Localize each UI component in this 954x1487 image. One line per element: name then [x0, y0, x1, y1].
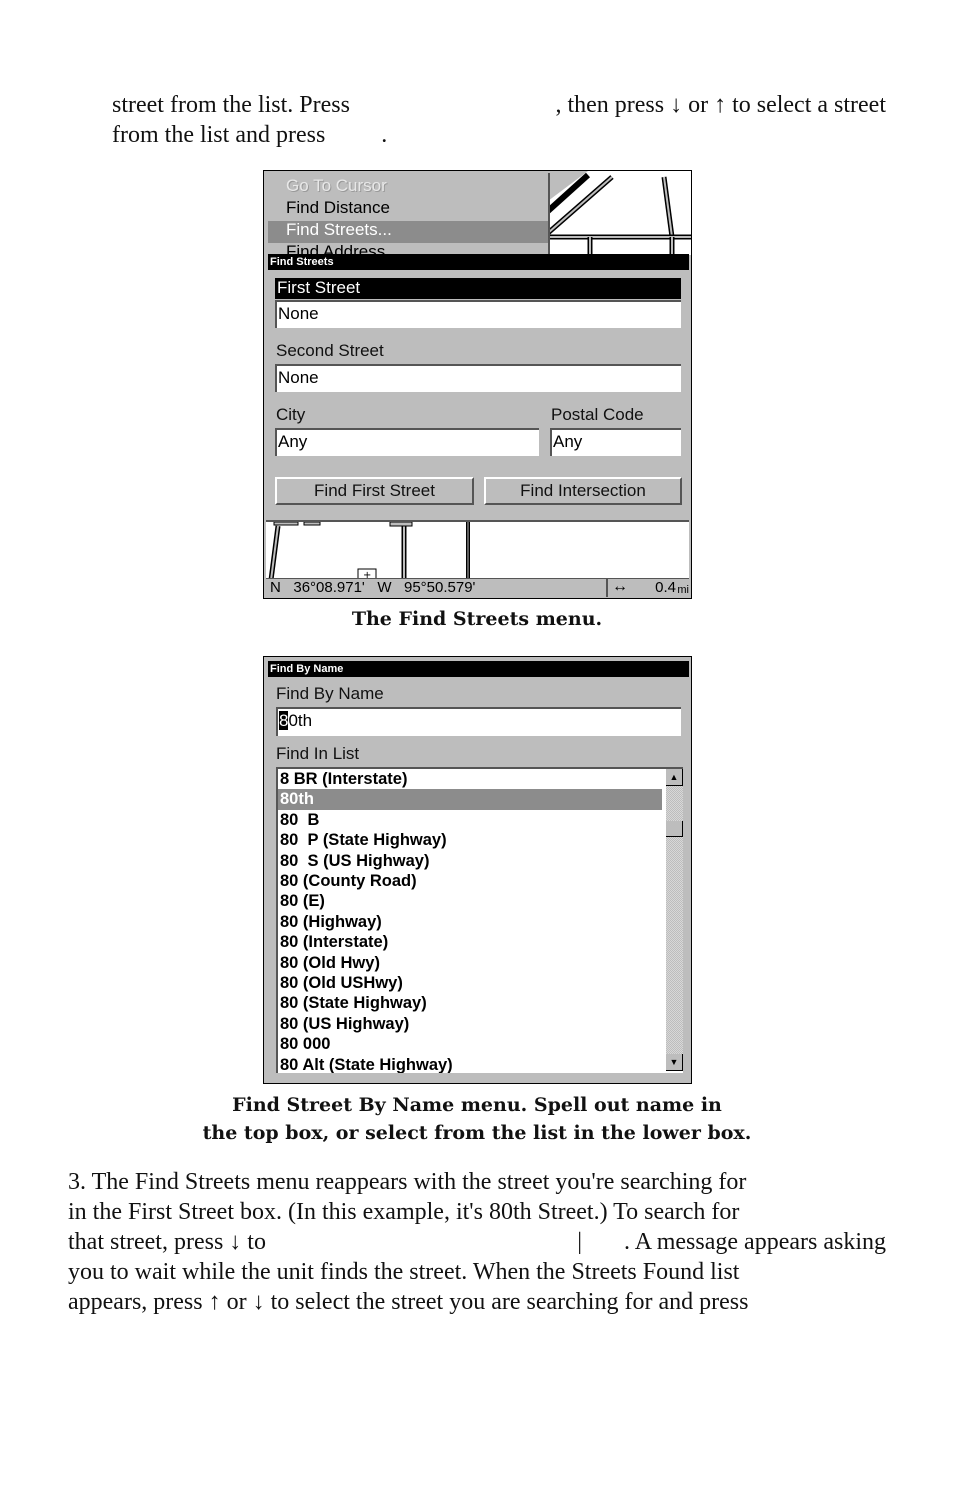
popup-menu: Go To Cursor Find Distance Find Streets.…	[266, 173, 550, 261]
zoom-scale: ↔ 0.4 mi	[606, 578, 690, 597]
list-item[interactable]: 80 (Highway)	[278, 912, 662, 932]
map-roads	[545, 171, 691, 255]
postal-code-label: Postal Code	[551, 405, 644, 424]
menu-item-find-streets[interactable]: Find Streets...	[286, 219, 392, 241]
list-item[interactable]: 80 000	[278, 1034, 662, 1054]
find-by-name-screen: Find By Name Find By Name 80th Find In L…	[263, 656, 692, 1084]
find-intersection-button[interactable]: Find Intersection	[484, 477, 682, 505]
caption-find-by-name-line-1: Find Street By Name menu. Spell out name…	[232, 1094, 722, 1116]
caption-find-by-name-line-2: the top box, or select from the list in …	[202, 1122, 752, 1144]
step-3-line: in the First Street box. (In this exampl…	[68, 1197, 886, 1227]
status-bar: N 36°08.971' W 95°50.579' ↔ 0.4 mi	[266, 578, 689, 597]
scrollbar[interactable]: ▲ ▼	[666, 769, 683, 1071]
find-by-name-label: Find By Name	[276, 684, 384, 703]
intro-line-1-left: street from the list. Press	[112, 92, 350, 118]
step-3-paragraph: 3. The Find Streets menu reappears with …	[68, 1167, 886, 1317]
step-3-line-text: appears, press ↑ or ↓ to select the stre…	[68, 1289, 749, 1315]
intro-line-2-end: .	[381, 122, 388, 148]
step-3-line-text: you to wait while the unit finds the str…	[68, 1259, 740, 1285]
step-3-line-text-right: | . A message appears asking	[577, 1229, 886, 1255]
street-list[interactable]: 8 BR (Interstate) 80th 80 B 80 P (State Hig…	[276, 767, 683, 1073]
list-item[interactable]: 80 (Old Hwy)	[278, 953, 662, 973]
list-item[interactable]: 8 BR (Interstate)	[278, 769, 662, 789]
intro-paragraph: street from the list. Press , then press…	[112, 90, 886, 150]
list-item[interactable]: 80 (US Highway)	[278, 1014, 662, 1034]
list-item[interactable]: 80 Alt (State Highway)	[278, 1055, 662, 1073]
step-3-line: that street, press ↓ to | . A message app…	[68, 1227, 886, 1257]
menu-item-find-distance[interactable]: Find Distance	[286, 197, 390, 219]
dialog-title: Find Streets	[268, 254, 689, 270]
city-field[interactable]: Any	[275, 428, 539, 456]
dialog-title: Find By Name	[268, 661, 689, 677]
coordinates: N 36°08.971' W 95°50.579'	[270, 579, 475, 597]
find-in-list-label: Find In List	[276, 744, 360, 763]
list-item[interactable]: 80 S (US Highway)	[278, 851, 662, 871]
scroll-up-icon: ▲	[669, 772, 679, 782]
scroll-thumb[interactable]	[666, 821, 683, 837]
scroll-down-icon: ▼	[669, 1057, 679, 1067]
second-street-field[interactable]: None	[275, 364, 681, 392]
map-roads-bottom: +	[268, 521, 470, 581]
horizontal-double-arrow-icon: ↔	[612, 578, 628, 595]
list-item[interactable]: 80 (Interstate)	[278, 932, 662, 952]
map-view-bottom: +	[266, 520, 689, 581]
first-street-label: First Street	[275, 278, 681, 299]
lon-hemisphere: W	[377, 579, 392, 596]
list-item[interactable]: 80 P (State Highway)	[278, 830, 662, 850]
scroll-up-button[interactable]: ▲	[666, 769, 683, 786]
latitude: 36°08.971'	[293, 579, 365, 596]
list-item[interactable]: 80 (E)	[278, 891, 662, 911]
list-item[interactable]: 80 (Old USHwy)	[278, 973, 662, 993]
step-3-line: you to wait while the unit finds the str…	[68, 1257, 886, 1287]
intro-line-1: street from the list. Press , then press…	[112, 90, 886, 120]
zoom-unit: mi	[677, 584, 689, 596]
lat-hemisphere: N	[270, 579, 281, 596]
list-item[interactable]: 80 (County Road)	[278, 871, 662, 891]
step-3-line-text: that street, press ↓ to	[68, 1229, 266, 1255]
list-item[interactable]: 80th	[278, 789, 662, 810]
first-street-field[interactable]: None	[275, 300, 681, 328]
menu-item-go-to-cursor[interactable]: Go To Cursor	[286, 175, 387, 197]
step-3-line-text: 3. The Find Streets menu reappears with …	[68, 1169, 747, 1195]
list-item[interactable]: 80 (State Highway)	[278, 993, 662, 1013]
caption-find-streets: The Find Streets menu.	[351, 608, 603, 630]
find-by-name-text: 0th	[288, 711, 313, 730]
postal-code-field[interactable]: Any	[550, 428, 681, 456]
map-view-top	[545, 171, 691, 255]
second-street-label: Second Street	[276, 341, 384, 360]
intro-line-2-text: from the list and press	[112, 122, 326, 148]
step-3-line: 3. The Find Streets menu reappears with …	[68, 1167, 886, 1197]
find-streets-screen: Go To Cursor Find Distance Find Streets.…	[263, 170, 692, 599]
list-item[interactable]: 80 B	[278, 810, 662, 830]
intro-line-2: from the list and press.	[112, 120, 886, 150]
longitude: 95°50.579'	[404, 579, 476, 596]
step-3-line-text: in the First Street box. (In this exampl…	[68, 1199, 740, 1225]
find-by-name-input[interactable]: 80th	[276, 707, 681, 736]
zoom-value: 0.4	[655, 579, 676, 596]
scroll-down-button[interactable]: ▼	[666, 1054, 683, 1071]
step-3-line: appears, press ↑ or ↓ to select the stre…	[68, 1287, 886, 1317]
city-label: City	[276, 405, 306, 424]
find-first-street-button[interactable]: Find First Street	[275, 477, 474, 505]
intro-line-1-right: , then press ↓ or ↑ to select a street	[555, 92, 886, 118]
